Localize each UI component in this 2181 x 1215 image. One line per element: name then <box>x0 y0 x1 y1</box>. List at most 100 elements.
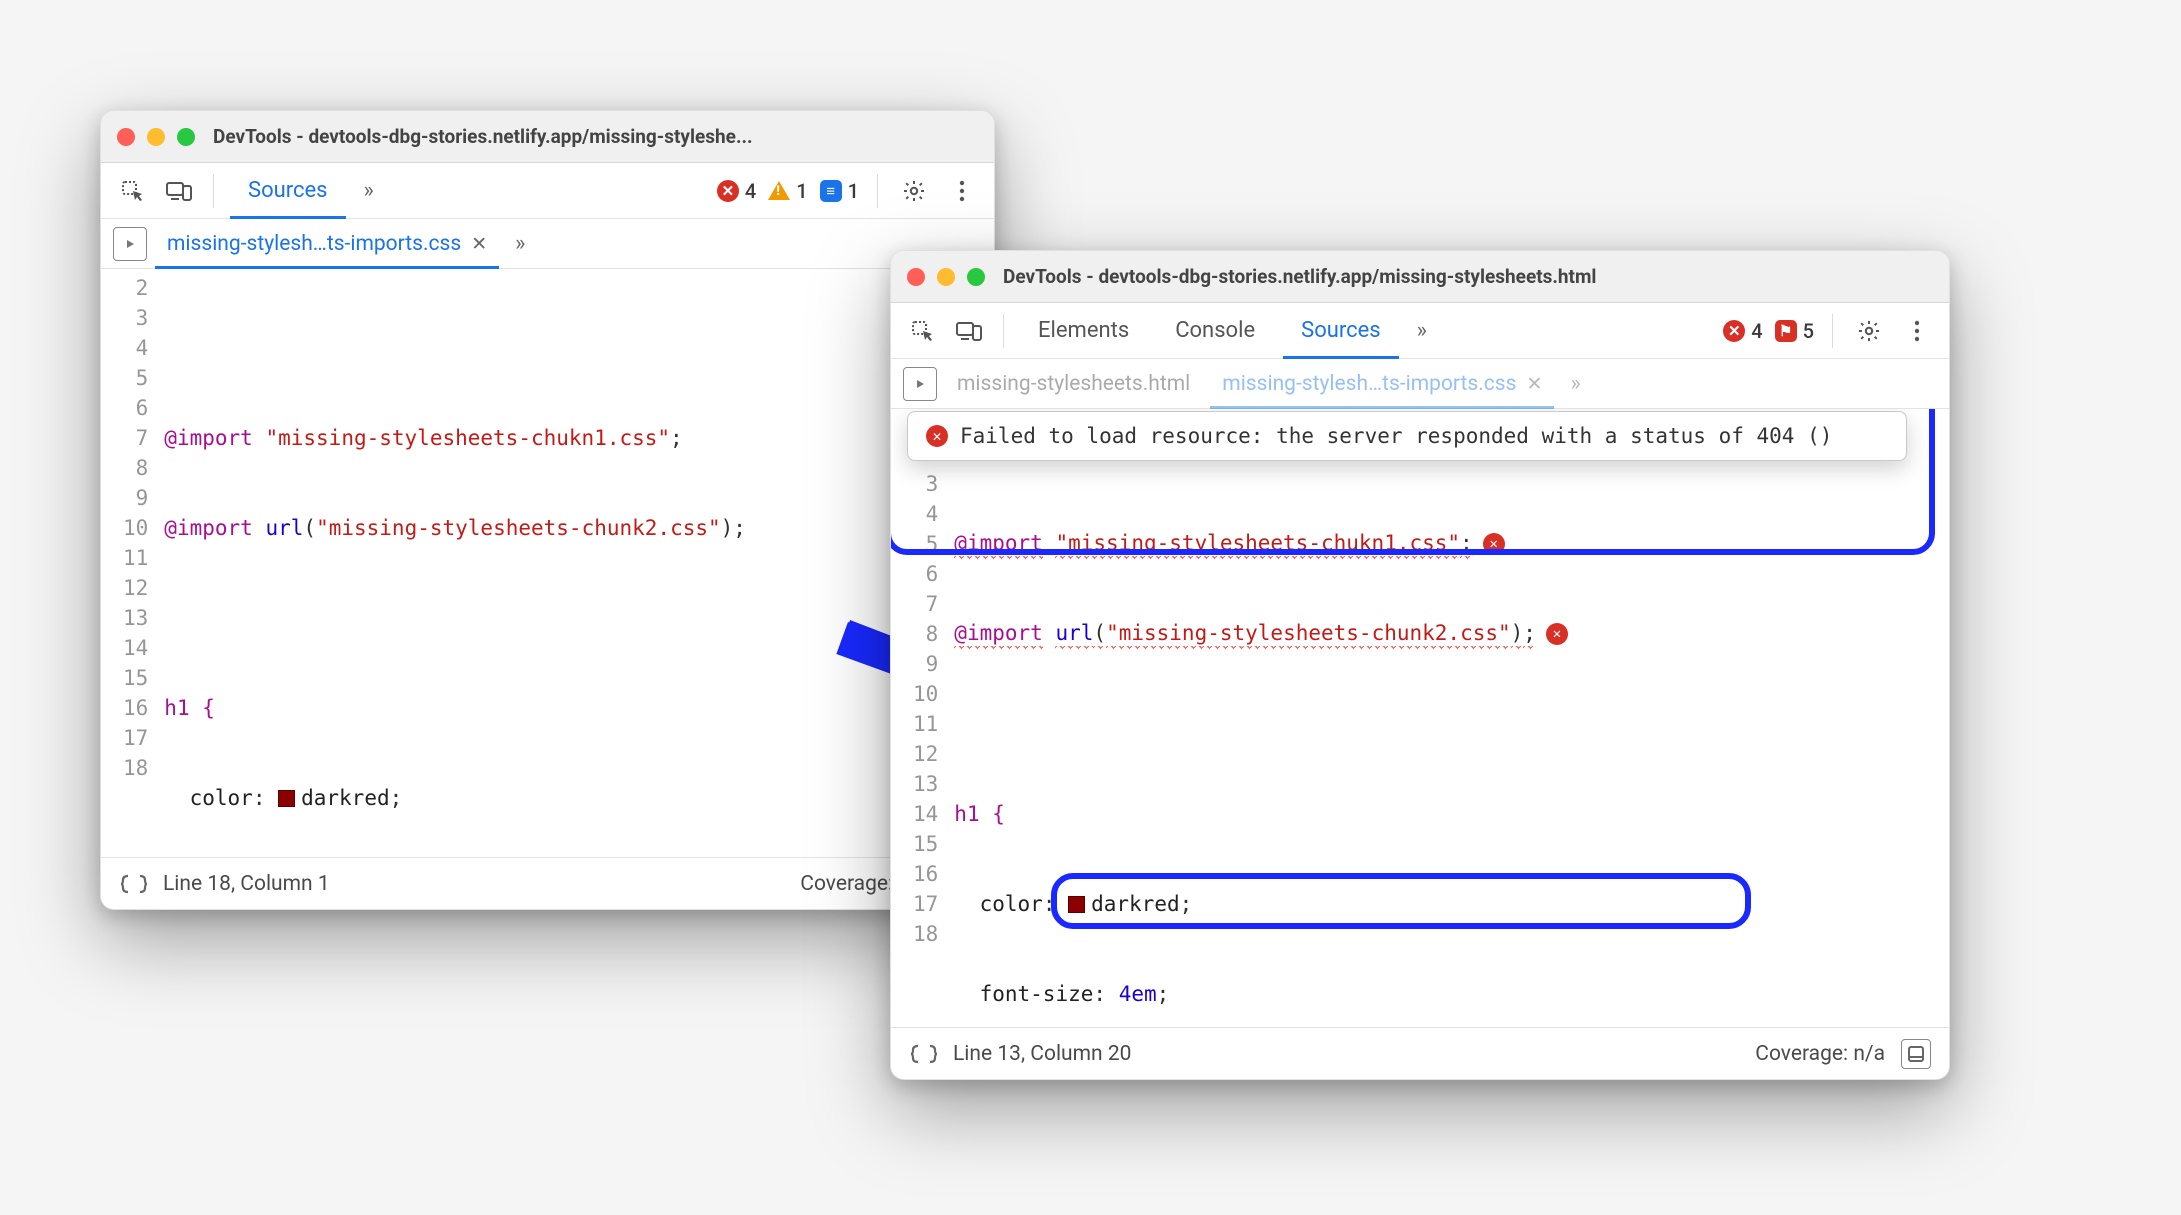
file-tab-label: missing-stylesh…ts-imports.css <box>1222 372 1516 396</box>
tab-label: Sources <box>1301 318 1381 343</box>
inline-error-icon[interactable]: ✕ <box>1483 533 1505 555</box>
cursor-position: Line 13, Column 20 <box>953 1042 1131 1066</box>
close-icon[interactable] <box>907 268 925 286</box>
traffic-lights <box>117 128 195 146</box>
code-line: color: darkred; <box>164 783 980 813</box>
warning-icon <box>768 181 790 200</box>
close-tab-icon[interactable]: ✕ <box>471 232 487 255</box>
inspect-element-icon[interactable] <box>115 173 151 209</box>
info-count: 1 <box>848 179 859 203</box>
error-icon: ✕ <box>1723 320 1745 342</box>
titlebar[interactable]: DevTools - devtools-dbg-stories.netlify.… <box>891 251 1949 303</box>
status-bar: Line 13, Column 20 Coverage: n/a <box>891 1027 1949 1079</box>
main-toolbar: Elements Console Sources » ✕ 4 ⚑ 5 <box>891 303 1949 359</box>
error-icon: ✕ <box>717 180 739 202</box>
file-tab-html[interactable]: missing-stylesheets.html <box>945 359 1202 409</box>
file-tab-label: missing-stylesh…ts-imports.css <box>167 232 461 256</box>
code-line: font-size: 4em; <box>954 979 1935 1009</box>
code-content[interactable]: @import "missing-stylesheets-chukn1.css"… <box>162 269 994 857</box>
error-counter[interactable]: ✕ 4 <box>717 179 756 203</box>
inline-error-icon[interactable]: ✕ <box>1546 623 1568 645</box>
tab-sources[interactable]: Sources <box>1283 303 1399 359</box>
inspect-element-icon[interactable] <box>905 313 941 349</box>
source-map-icon[interactable] <box>1901 1039 1931 1069</box>
minimize-icon[interactable] <box>147 128 165 146</box>
issue-counters: ✕ 4 ⚑ 5 <box>1723 313 1935 349</box>
traffic-lights <box>907 268 985 286</box>
code-content[interactable]: @import "missing-stylesheets-chukn1.css"… <box>952 409 1949 1027</box>
devtools-window-before: DevTools - devtools-dbg-stories.netlify.… <box>100 110 995 910</box>
code-line: color: darkred; <box>954 889 1935 919</box>
error-tooltip: ✕ Failed to load resource: the server re… <box>907 411 1907 461</box>
pretty-print-icon[interactable] <box>909 1039 939 1069</box>
zoom-icon[interactable] <box>177 128 195 146</box>
color-swatch-icon[interactable] <box>278 790 295 807</box>
zoom-icon[interactable] <box>967 268 985 286</box>
more-tabs-chevron-icon[interactable]: » <box>356 178 382 203</box>
coverage-text: Coverage: n/a <box>1755 1042 1885 1066</box>
kebab-menu-icon[interactable] <box>944 173 980 209</box>
issue-icon: ⚑ <box>1775 320 1797 342</box>
navigator-toggle-icon[interactable] <box>903 367 937 401</box>
settings-gear-icon[interactable] <box>1851 313 1887 349</box>
info-icon: ≡ <box>820 180 842 202</box>
window-title: DevTools - devtools-dbg-stories.netlify.… <box>1003 265 1596 288</box>
navigator-toggle-icon[interactable] <box>113 227 147 261</box>
minimize-icon[interactable] <box>937 268 955 286</box>
issues-counter[interactable]: ⚑ 5 <box>1775 319 1814 343</box>
separator <box>213 174 214 208</box>
file-tab-css[interactable]: missing-stylesh…ts-imports.css ✕ <box>1210 359 1554 409</box>
close-tab-icon[interactable]: ✕ <box>1526 372 1542 395</box>
tab-sources[interactable]: Sources <box>230 163 346 219</box>
tab-elements[interactable]: Elements <box>1020 303 1147 359</box>
tab-label: Elements <box>1038 318 1129 343</box>
color-swatch-icon[interactable] <box>1068 896 1085 913</box>
tab-console[interactable]: Console <box>1157 303 1273 359</box>
issue-counters: ✕ 4 1 ≡ 1 <box>717 173 980 209</box>
tab-label: Sources <box>248 178 328 203</box>
settings-gear-icon[interactable] <box>896 173 932 209</box>
code-editor[interactable]: 3456789101112131415161718 @import "missi… <box>891 409 1949 1027</box>
window-title: DevTools - devtools-dbg-stories.netlify.… <box>213 125 752 148</box>
close-icon[interactable] <box>117 128 135 146</box>
error-icon: ✕ <box>926 425 948 447</box>
status-bar: Line 18, Column 1 Coverage: n/a <box>101 857 994 909</box>
separator <box>877 174 878 208</box>
more-tabs-chevron-icon[interactable]: » <box>1409 318 1435 343</box>
issue-count: 5 <box>1803 319 1814 343</box>
file-tab-label: missing-stylesheets.html <box>957 372 1190 396</box>
file-tab-css[interactable]: missing-stylesh…ts-imports.css ✕ <box>155 219 499 269</box>
device-toggle-icon[interactable] <box>951 313 987 349</box>
code-line <box>164 333 980 363</box>
more-file-tabs-chevron-icon[interactable]: » <box>1562 371 1588 396</box>
tooltip-text: Failed to load resource: the server resp… <box>960 424 1832 448</box>
error-counter[interactable]: ✕ 4 <box>1723 319 1762 343</box>
code-line: @import url("missing-stylesheets-chunk2.… <box>164 513 980 543</box>
line-gutter: 3456789101112131415161718 <box>891 409 952 1027</box>
error-count: 4 <box>745 179 756 203</box>
code-editor[interactable]: 23456789101112131415161718 @import "miss… <box>101 269 994 857</box>
info-counter[interactable]: ≡ 1 <box>820 179 859 203</box>
main-toolbar: Sources » ✕ 4 1 ≡ 1 <box>101 163 994 219</box>
code-line: @import url("missing-stylesheets-chunk2.… <box>954 619 1935 649</box>
cursor-position: Line 18, Column 1 <box>163 872 330 896</box>
code-line <box>954 709 1935 739</box>
file-tabs: missing-stylesh…ts-imports.css ✕ » <box>101 219 994 269</box>
separator <box>1003 314 1004 348</box>
separator <box>1832 314 1833 348</box>
file-tabs: missing-stylesheets.html missing-stylesh… <box>891 359 1949 409</box>
line-gutter: 23456789101112131415161718 <box>101 269 162 857</box>
titlebar[interactable]: DevTools - devtools-dbg-stories.netlify.… <box>101 111 994 163</box>
kebab-menu-icon[interactable] <box>1899 313 1935 349</box>
code-line: @import "missing-stylesheets-chukn1.css"… <box>164 423 980 453</box>
code-line: h1 { <box>954 799 1935 829</box>
more-file-tabs-chevron-icon[interactable]: » <box>507 231 533 256</box>
device-toggle-icon[interactable] <box>161 173 197 209</box>
error-count: 4 <box>1751 319 1762 343</box>
warning-counter[interactable]: 1 <box>768 179 807 203</box>
code-line: @import "missing-stylesheets-chukn1.css"… <box>954 529 1935 559</box>
tab-label: Console <box>1175 318 1255 343</box>
pretty-print-icon[interactable] <box>119 869 149 899</box>
devtools-window-after: DevTools - devtools-dbg-stories.netlify.… <box>890 250 1950 1080</box>
warning-count: 1 <box>796 179 807 203</box>
